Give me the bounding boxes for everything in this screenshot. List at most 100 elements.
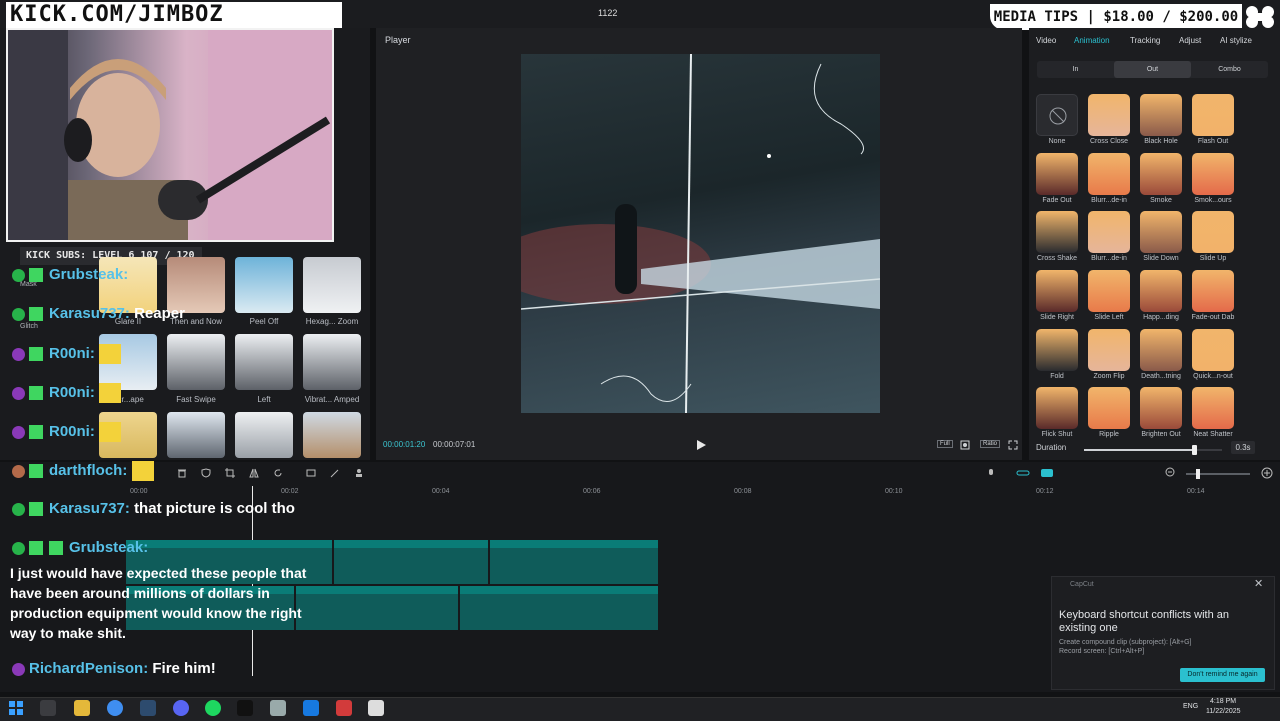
delete-icon[interactable] <box>177 468 187 478</box>
person-icon[interactable] <box>354 468 364 478</box>
tab-animation[interactable]: Animation <box>1074 36 1110 45</box>
effect-slide-up[interactable] <box>1192 211 1234 253</box>
none-icon <box>1049 107 1067 125</box>
screenshot-icon[interactable] <box>960 440 970 450</box>
zoom-out-icon[interactable] <box>1165 467 1177 479</box>
effect-flash-out[interactable] <box>1192 94 1234 136</box>
effect-tile[interactable] <box>167 412 225 458</box>
effect-tile-left[interactable] <box>235 334 293 390</box>
effect-label: Black Hole <box>1144 138 1178 145</box>
spotify-icon[interactable] <box>205 700 221 716</box>
task-view-icon[interactable] <box>40 700 56 716</box>
chat-username: RichardPenison: <box>29 660 149 677</box>
video-preview[interactable] <box>521 54 880 413</box>
effect-tile[interactable] <box>303 412 361 458</box>
effect-label: Brighten Out <box>1141 431 1181 438</box>
windows-start-icon[interactable] <box>8 700 24 716</box>
effect-cross-close[interactable] <box>1088 94 1130 136</box>
crop-icon[interactable] <box>225 468 235 478</box>
effect-label: Fade Out <box>1042 197 1072 204</box>
fullscreen-icon[interactable] <box>1008 440 1018 450</box>
effect-tile-fast-swipe[interactable] <box>167 334 225 390</box>
effect-label: Ripple <box>1099 431 1119 438</box>
subtab-combo[interactable]: Combo <box>1191 61 1268 78</box>
timeline-clip[interactable]: nogzul_a_simple_eery_album_cover_--v_7_f… <box>460 586 658 630</box>
ruler-tick: 00:02 <box>281 488 299 495</box>
discord-icon[interactable] <box>173 700 189 716</box>
duration-value[interactable]: 0.3s <box>1231 441 1255 454</box>
ratio-button[interactable]: Ratio <box>980 440 1001 448</box>
effect-flick-shut[interactable] <box>1036 387 1078 429</box>
duration-slider-handle[interactable] <box>1192 445 1198 455</box>
zoom-in-icon[interactable] <box>1261 467 1273 479</box>
effect-smok-ours[interactable] <box>1192 153 1234 195</box>
file-explorer-icon[interactable] <box>74 700 90 716</box>
player-title: Player <box>385 35 411 45</box>
effect-cross-shake[interactable] <box>1036 211 1078 253</box>
chrome-icon[interactable] <box>107 700 123 716</box>
language-indicator[interactable]: ENG <box>1183 703 1198 710</box>
effect-label: Slide Up <box>1199 255 1227 262</box>
effect-tile[interactable] <box>235 412 293 458</box>
snap-icon[interactable] <box>1040 468 1054 478</box>
full-button[interactable]: Full <box>937 440 953 448</box>
play-icon[interactable] <box>694 438 708 452</box>
duration-label: Duration <box>1036 443 1067 452</box>
effect-blurr-de-in[interactable] <box>1088 211 1130 253</box>
app-icon[interactable] <box>270 700 286 716</box>
microphone-icon[interactable] <box>986 468 996 478</box>
subtab-in[interactable]: In <box>1037 61 1114 78</box>
effect-fold[interactable] <box>1036 329 1078 371</box>
effect-none[interactable] <box>1036 94 1078 136</box>
category-glitch[interactable]: Glitch <box>20 323 38 330</box>
effect-tile-peel-off[interactable] <box>235 257 293 313</box>
effect-zoom-flip[interactable] <box>1088 329 1130 371</box>
shield-icon[interactable] <box>201 468 211 478</box>
effect-death-tning[interactable] <box>1140 329 1182 371</box>
effect-tile-hexagon-zoom[interactable] <box>303 257 361 313</box>
tab-tracking[interactable]: Tracking <box>1130 36 1160 45</box>
effect-tile-vibrate-amped[interactable] <box>303 334 361 390</box>
tab-video[interactable]: Video <box>1036 36 1056 45</box>
clock-date[interactable]: 11/22/2025 <box>1206 708 1241 715</box>
effect-label: Quick...n-out <box>1193 373 1233 380</box>
app-icon[interactable] <box>303 700 319 716</box>
close-icon[interactable]: ✕ <box>1254 577 1263 590</box>
effect-slide-down[interactable] <box>1140 211 1182 253</box>
tab-adjust[interactable]: Adjust <box>1179 36 1201 45</box>
effect-smoke[interactable] <box>1140 153 1182 195</box>
effect-neat-shatter[interactable] <box>1192 387 1234 429</box>
effect-fade-out[interactable] <box>1036 153 1078 195</box>
effect-ripple[interactable] <box>1088 387 1130 429</box>
mirror-icon[interactable] <box>249 468 259 478</box>
effect-slide-right[interactable] <box>1036 270 1078 312</box>
subtab-out[interactable]: Out <box>1114 61 1191 78</box>
rotate-icon[interactable] <box>273 468 283 478</box>
app-icon[interactable] <box>368 700 384 716</box>
chat-message: R00ni: <box>12 422 127 442</box>
effect-slide-left[interactable] <box>1088 270 1130 312</box>
zoom-slider-handle[interactable] <box>1196 469 1200 479</box>
timeline-clip[interactable]: nogzul_a_simple_eery_album_cover_--v_7_f… <box>490 540 658 584</box>
effect-blurr-de-in[interactable] <box>1088 153 1130 195</box>
vip-badge-icon <box>12 347 25 361</box>
notification-line: Record screen: [Ctrl+Alt+P] <box>1059 648 1145 655</box>
effect-happ-ding[interactable] <box>1140 270 1182 312</box>
effect-fade-out-dab[interactable] <box>1192 270 1234 312</box>
webcam-feed <box>6 28 334 242</box>
capcut-icon[interactable] <box>237 700 253 716</box>
link-icon[interactable] <box>1016 468 1030 478</box>
magic-wand-icon[interactable] <box>330 468 340 478</box>
steam-icon[interactable] <box>140 700 156 716</box>
effect-brighten-out[interactable] <box>1140 387 1182 429</box>
tab-ai-stylize[interactable]: AI stylize <box>1220 36 1252 45</box>
chat-message: Grubsteak: <box>12 539 148 556</box>
notification-title: Keyboard shortcut conflicts with an exis… <box>1059 609 1229 634</box>
effect-label: Slide Down <box>1143 255 1179 262</box>
dont-remind-button[interactable]: Don't remind me again <box>1180 668 1265 682</box>
frame-icon[interactable] <box>306 468 316 478</box>
effect-quick-n-out[interactable] <box>1192 329 1234 371</box>
timeline-clip[interactable]: petnno_a_spell_caster_screenprint_etch..… <box>334 540 488 584</box>
effect-black-hole[interactable] <box>1140 94 1182 136</box>
app-icon[interactable] <box>336 700 352 716</box>
